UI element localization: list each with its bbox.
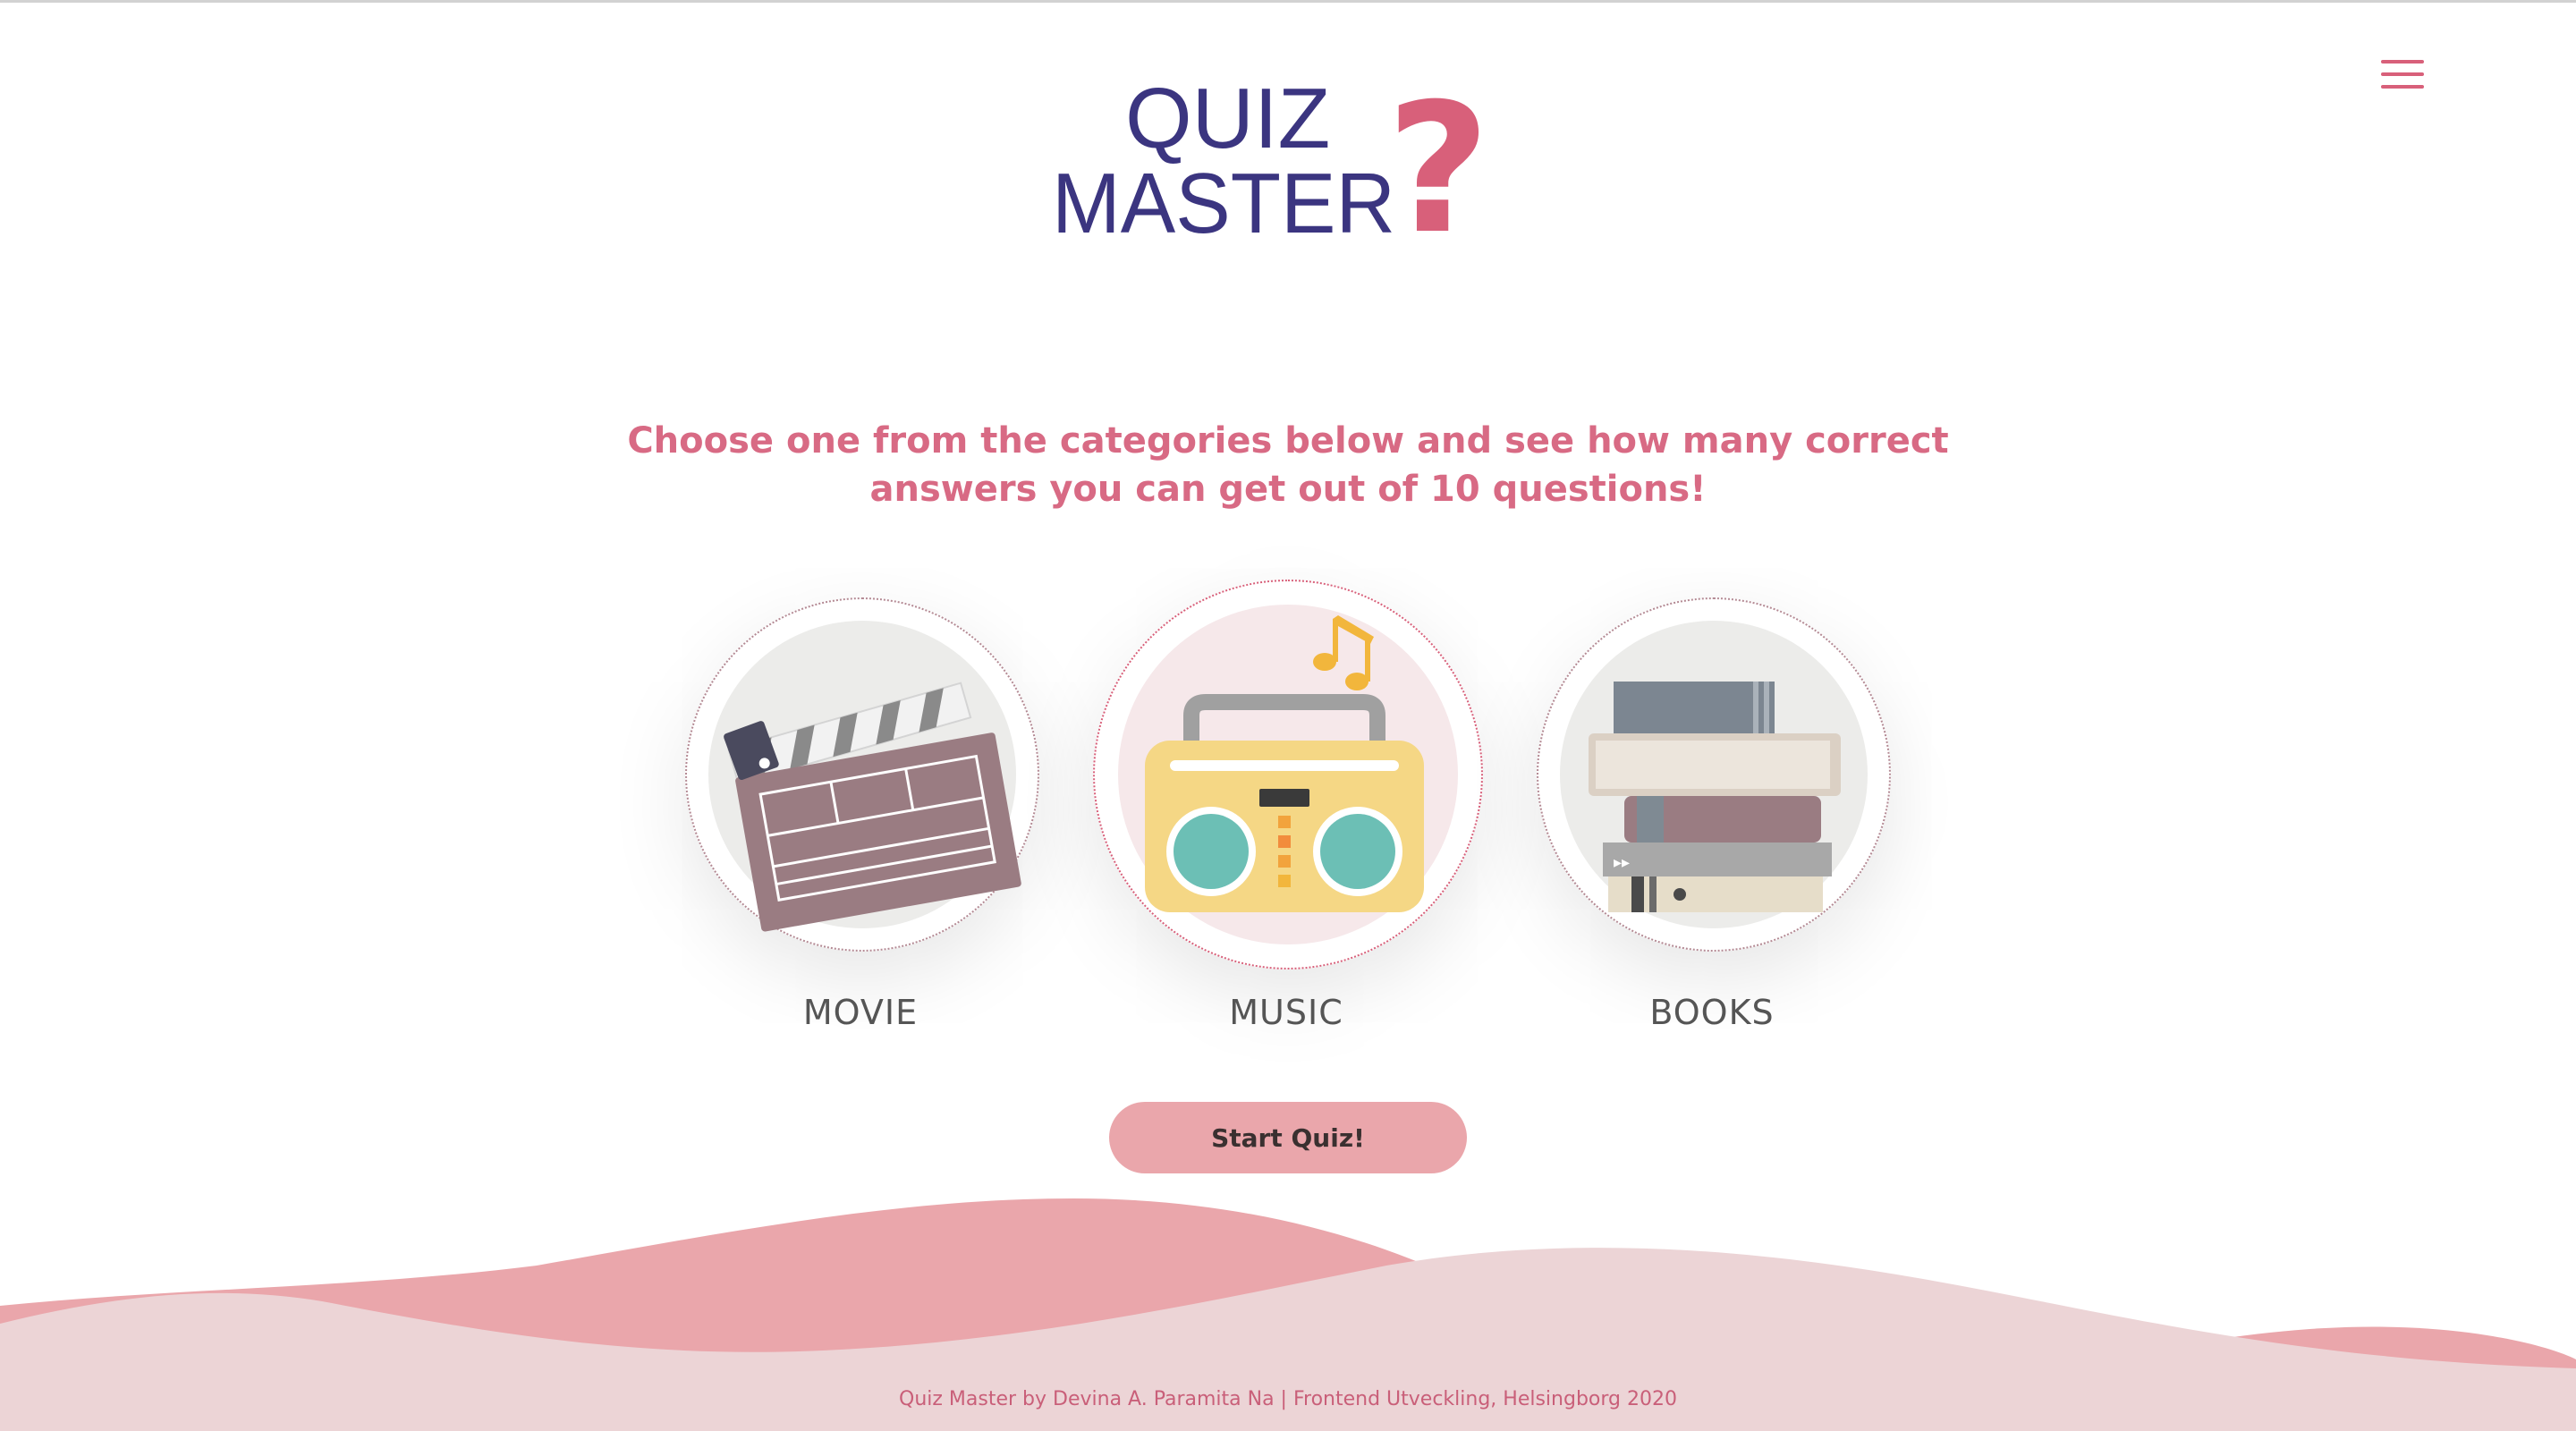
hamburger-icon: [2381, 60, 2424, 89]
category-movie[interactable]: MOVIE: [685, 597, 1039, 1045]
books-stack-icon: ▸▸: [1560, 621, 1868, 928]
quiz-master-logo: QUIZ MASTER ?: [1046, 63, 1512, 250]
question-mark-icon: ?: [1386, 65, 1490, 250]
category-movie-circle[interactable]: [685, 597, 1039, 952]
category-music[interactable]: MUSIC: [1093, 580, 1483, 1045]
category-music-circle[interactable]: [1093, 580, 1483, 970]
boombox-icon: [1118, 605, 1458, 944]
logo-line-2: MASTER: [1052, 156, 1395, 250]
top-border: [0, 0, 2576, 3]
category-books-circle[interactable]: ▸▸: [1537, 597, 1891, 952]
logo-line-1: QUIZ: [1125, 71, 1330, 166]
category-label: MUSIC: [1229, 993, 1343, 1032]
start-quiz-button[interactable]: Start Quiz!: [1109, 1102, 1467, 1173]
category-label: BOOKS: [1649, 993, 1775, 1032]
category-label: MOVIE: [802, 993, 919, 1032]
intro-text: Choose one from the categories below and…: [627, 420, 1949, 510]
clapperboard-icon: [708, 621, 1021, 932]
footer-credit: Quiz Master by Devina A. Paramita Na | F…: [899, 1388, 1677, 1410]
category-books[interactable]: ▸▸ BOOKS: [1537, 597, 1891, 1045]
svg-text:▸▸: ▸▸: [1614, 853, 1630, 872]
menu-button[interactable]: [2381, 59, 2424, 89]
